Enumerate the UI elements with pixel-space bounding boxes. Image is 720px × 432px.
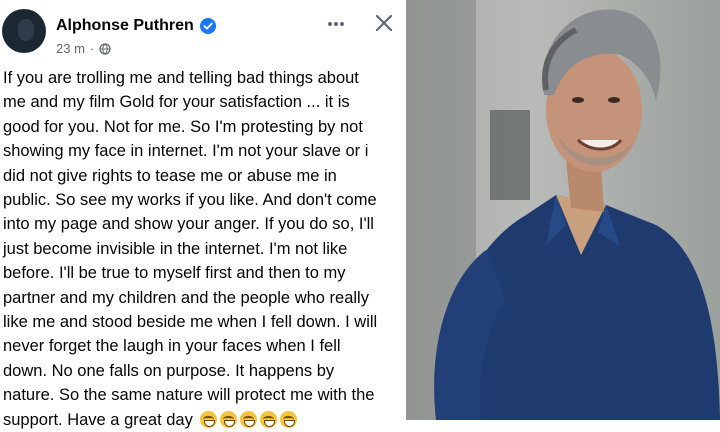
more-options-icon[interactable] bbox=[326, 14, 346, 34]
grinning-face-emoji bbox=[280, 410, 298, 428]
post-line: good for you. Not for me. So I'm protest… bbox=[3, 117, 363, 136]
post-meta: 23 m · bbox=[56, 41, 111, 56]
grinning-face-emoji bbox=[240, 410, 258, 428]
post-line: never forget the laugh in your faces whe… bbox=[3, 337, 341, 356]
post-time[interactable]: 23 m bbox=[56, 41, 85, 56]
grinning-face-emoji bbox=[260, 410, 278, 428]
globe-icon bbox=[99, 42, 111, 55]
post-line: just become invisible in the internet. I… bbox=[3, 239, 348, 258]
post-line: me and my film Gold for your satisfactio… bbox=[3, 93, 350, 112]
grinning-face-emoji bbox=[200, 410, 218, 428]
close-icon[interactable] bbox=[374, 13, 394, 33]
meta-separator: · bbox=[89, 41, 95, 56]
post-line: nature. So the same nature will protect … bbox=[3, 386, 375, 405]
author-avatar[interactable] bbox=[2, 9, 46, 53]
portrait-photo bbox=[406, 0, 720, 420]
post-body: If you are trolling me and telling bad t… bbox=[3, 66, 401, 432]
author-row: Alphonse Puthren bbox=[56, 17, 216, 35]
post-line: into my page and show your anger. If you… bbox=[3, 215, 374, 234]
verified-badge-icon bbox=[199, 18, 216, 34]
post-line: down. No one falls on purpose. It happen… bbox=[3, 361, 335, 380]
post-line: like me and stood beside me when I fell … bbox=[3, 313, 378, 332]
post-line: partner and my children and the people w… bbox=[3, 288, 369, 307]
post-line: showing my face in internet. I'm not you… bbox=[3, 142, 369, 161]
facebook-post: Alphonse Puthren 23 m · If you are troll… bbox=[0, 0, 404, 429]
author-name[interactable]: Alphonse Puthren bbox=[56, 17, 194, 35]
post-line: public. So see my works if you like. And… bbox=[3, 191, 377, 210]
post-line: If you are trolling me and telling bad t… bbox=[3, 69, 359, 87]
grinning-face-emoji bbox=[220, 410, 238, 428]
post-line: before. I'll be true to myself first and… bbox=[3, 264, 346, 283]
post-line: did not give rights to tease me or abuse… bbox=[3, 166, 337, 185]
